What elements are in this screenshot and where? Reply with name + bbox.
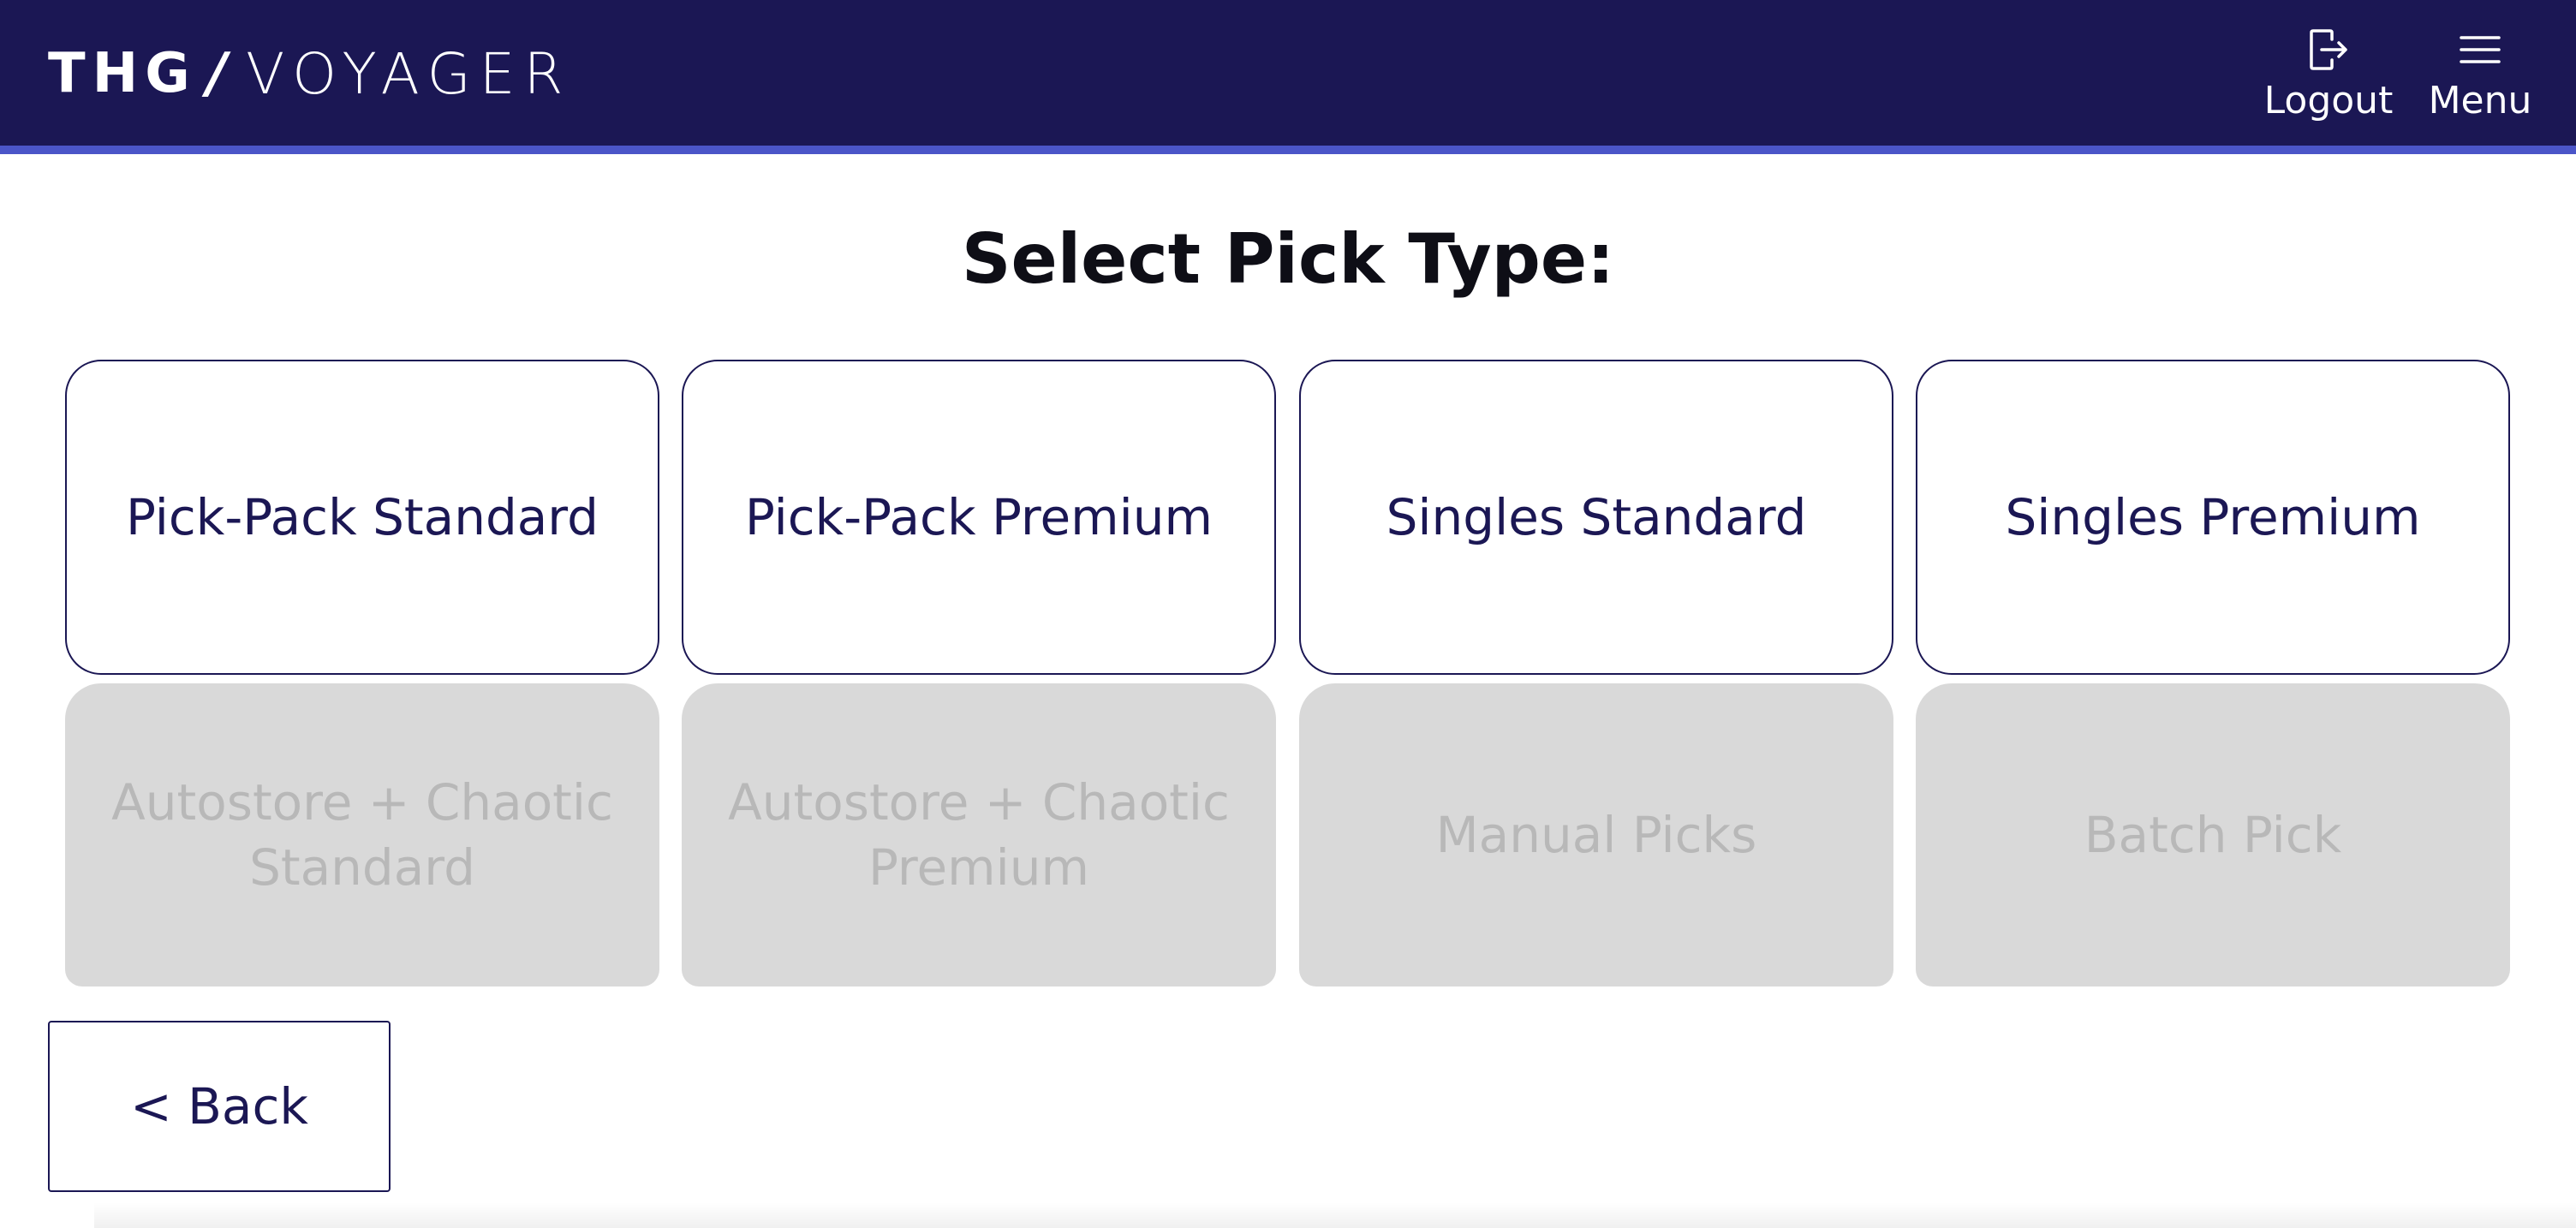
page-title: Select Pick Type: <box>961 219 1615 299</box>
pick-type-singles-standard[interactable]: Singles Standard <box>1299 360 1893 675</box>
pick-type-manual-picks: Manual Picks <box>1299 683 1893 987</box>
pick-type-singles-premium[interactable]: Singles Premium <box>1916 360 2510 675</box>
thg-voyager-logo: THG / VOYAGER <box>48 40 572 107</box>
footer-shadow <box>94 1202 2576 1228</box>
menu-button[interactable]: Menu <box>2425 26 2535 128</box>
pick-type-autostore-chaotic-standard: Autostore + Chaotic Standard <box>65 683 659 987</box>
brand-voyager: VOYAGER <box>246 40 572 107</box>
hamburger-menu-icon <box>2460 36 2501 63</box>
logout-button[interactable]: Logout <box>2263 26 2394 128</box>
logout-label: Logout <box>2263 79 2394 122</box>
back-button[interactable]: < Back <box>48 1021 391 1192</box>
menu-label: Menu <box>2428 79 2532 122</box>
app-header: THG / VOYAGER Logout Menu <box>0 0 2576 154</box>
pick-type-autostore-chaotic-premium: Autostore + Chaotic Premium <box>682 683 1276 987</box>
brand-thg: THG <box>48 42 197 105</box>
pick-type-batch-pick: Batch Pick <box>1916 683 2510 987</box>
logout-icon <box>2310 29 2347 70</box>
pick-type-pick-pack-standard[interactable]: Pick-Pack Standard <box>65 360 659 675</box>
pick-type-pick-pack-premium[interactable]: Pick-Pack Premium <box>682 360 1276 675</box>
brand-slash: / <box>206 42 228 105</box>
